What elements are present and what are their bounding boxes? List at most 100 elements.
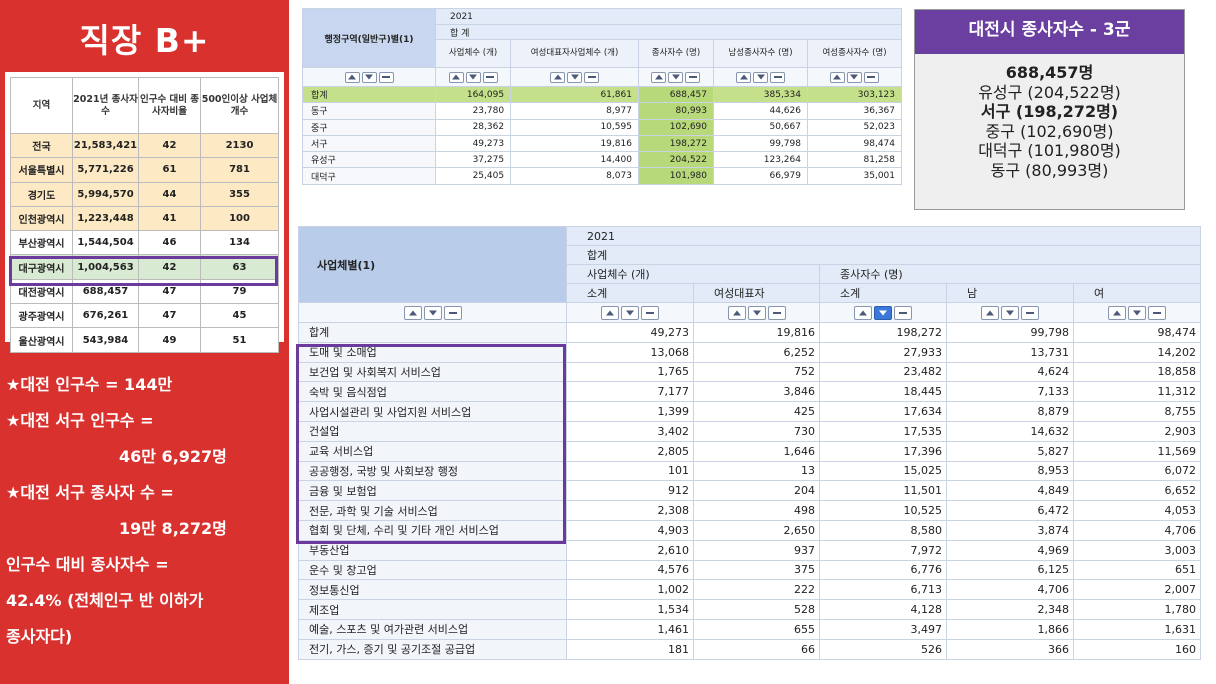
sort-ascending-button[interactable] (344, 71, 360, 83)
sort-ascending-button[interactable] (829, 71, 845, 83)
collapse-button[interactable] (641, 305, 659, 320)
note-line: 인구수 대비 종사자수 = (6, 555, 169, 574)
sort-descending-button[interactable] (874, 305, 892, 320)
sort-descending-button[interactable] (567, 71, 582, 83)
industry-row: 운수 및 창고업 4,576 375 6,776 6,125 651 (298, 559, 1201, 581)
sort-ascending-button[interactable] (651, 71, 667, 83)
sort-ascending-button[interactable] (854, 305, 872, 320)
industry-col-header: 소계 (819, 283, 947, 303)
stat-cell-ratio: 46 (138, 230, 201, 256)
sort-ascending-button[interactable] (403, 305, 422, 320)
collapse-button[interactable] (770, 71, 785, 83)
collapse-button[interactable] (378, 71, 394, 83)
note-line: 종사자다) (6, 627, 73, 646)
industry-value-cell: 13,068 (566, 341, 694, 363)
summary-line: 대덕구 (101,980명) (978, 141, 1121, 160)
industry-value-cell: 15,025 (819, 460, 947, 482)
industry-row: 예술, 스포츠 및 여가관련 서비스업 1,461 655 3,497 1,866 1,6… (298, 618, 1201, 640)
collapse-button[interactable] (1021, 305, 1039, 320)
stat-cell-big: 134 (200, 230, 279, 256)
sort-ascending-button[interactable] (981, 305, 999, 320)
district-value-cell: 81,258 (806, 151, 903, 169)
district-value-cell: 101,980 (637, 167, 715, 185)
collapse-button[interactable] (894, 305, 912, 320)
industry-row-label: 사업시설관리 및 사업지원 서비스업 (298, 401, 567, 422)
stat-cell-big: 2130 (200, 132, 279, 159)
sort-descending-button[interactable] (846, 71, 862, 83)
district-value-cell: 8,073 (510, 167, 639, 185)
sort-descending-button[interactable] (361, 71, 377, 83)
sort-descending-button[interactable] (1128, 305, 1146, 320)
district-value-cell: 99,798 (713, 134, 808, 153)
stat-cell-big: 355 (200, 181, 279, 207)
stat-cell-ratio: 61 (138, 157, 201, 183)
industry-row: 숙박 및 음식점업 7,177 3,846 18,445 7,133 11,312 (298, 381, 1201, 403)
industry-value-cell: 17,634 (819, 401, 947, 422)
sort-ascending-button[interactable] (727, 305, 746, 320)
collapse-button[interactable] (584, 71, 599, 83)
industry-row-label: 전문, 과학 및 기술 서비스업 (298, 500, 567, 521)
industry-value-cell: 1,399 (566, 401, 694, 422)
sort-descending-button[interactable] (465, 71, 481, 83)
industry-value-cell: 2,308 (566, 500, 694, 521)
stat-cell-region: 부산광역시 (10, 230, 73, 256)
district-row: 서구 49,273 19,816 198,272 99,798 98,474 (302, 134, 903, 153)
industry-sub-header: 합계 (566, 245, 1201, 265)
district-value-cell: 28,362 (434, 118, 512, 136)
industry-value-cell: 6,652 (1073, 480, 1201, 502)
sort-descending-button[interactable] (747, 305, 766, 320)
industry-row-label: 합계 (298, 322, 567, 343)
note-line: 46만 6,927명 (119, 447, 227, 466)
sort-ascending-button[interactable] (601, 305, 619, 320)
stat-cell-workers: 5,994,570 (72, 181, 139, 207)
collapse-button[interactable] (767, 305, 786, 320)
industry-row: 사업시설관리 및 사업지원 서비스업 1,399 425 17,634 8,879 8,7… (298, 401, 1201, 422)
industry-value-cell: 8,755 (1073, 401, 1201, 422)
industry-value-cell: 1,646 (693, 440, 820, 462)
region-stat-card: 지역 2021년 종사자수 인구수 대비 종사자비율 500인이상 사업체개수 … (5, 72, 284, 353)
industry-row: 전기, 가스, 증기 및 공기조절 공급업 181 66 526 366 160 (298, 638, 1201, 660)
industry-row: 제조업 1,534 528 4,128 2,348 1,780 (298, 599, 1201, 620)
district-value-cell: 10,595 (510, 118, 639, 136)
industry-value-cell: 98,474 (1073, 322, 1201, 343)
summary-line: 동구 (80,993명) (990, 160, 1109, 180)
region-stat-row: 전국 21,583,421 42 2130 (10, 132, 279, 159)
industry-value-cell: 425 (693, 401, 820, 422)
sort-descending-button[interactable] (668, 71, 684, 83)
collapse-button[interactable] (1148, 305, 1166, 320)
collapse-button[interactable] (482, 71, 498, 83)
sort-descending-button[interactable] (1001, 305, 1019, 320)
sort-ascending-button[interactable] (550, 71, 565, 83)
sort-descending-button[interactable] (621, 305, 639, 320)
column-control-cell (806, 67, 903, 87)
note-line: ★대전 서구 인구수 = (6, 411, 154, 430)
industry-value-cell: 19,816 (693, 322, 820, 343)
district-value-cell: 66,979 (713, 167, 808, 185)
industry-value-cell: 2,348 (946, 599, 1074, 620)
industry-value-cell: 13 (693, 460, 820, 482)
industry-row: 금융 및 보험업 912 204 11,501 4,849 6,652 (298, 480, 1201, 502)
industry-value-cell: 2,007 (1073, 579, 1201, 601)
sort-descending-button[interactable] (753, 71, 768, 83)
district-row: 유성구 37,275 14,400 204,522 123,264 81,258 (302, 151, 903, 169)
stat-cell-region: 서울특별시 (10, 157, 73, 183)
sort-ascending-button[interactable] (448, 71, 464, 83)
industry-row-label: 전기, 가스, 증기 및 공기조절 공급업 (298, 638, 567, 660)
industry-value-cell: 752 (693, 361, 820, 383)
column-control-cell (298, 302, 567, 323)
industry-row: 협회 및 단체, 수리 및 기타 개인 서비스업 4,903 2,650 8,580 3… (298, 519, 1201, 541)
industry-value-cell: 11,501 (819, 480, 947, 502)
sort-descending-button[interactable] (423, 305, 442, 320)
district-row-label: 합계 (302, 85, 436, 104)
industry-value-cell: 49,273 (566, 322, 694, 343)
stat-cell-ratio: 49 (138, 327, 201, 353)
district-value-cell: 688,457 (637, 85, 715, 104)
sort-ascending-button[interactable] (1108, 305, 1126, 320)
collapse-button[interactable] (685, 71, 701, 83)
collapse-button[interactable] (863, 71, 879, 83)
industry-value-cell: 4,849 (946, 480, 1074, 502)
collapse-button[interactable] (443, 305, 462, 320)
industry-value-cell: 366 (946, 638, 1074, 660)
industry-value-cell: 2,650 (693, 519, 820, 541)
sort-ascending-button[interactable] (736, 71, 751, 83)
